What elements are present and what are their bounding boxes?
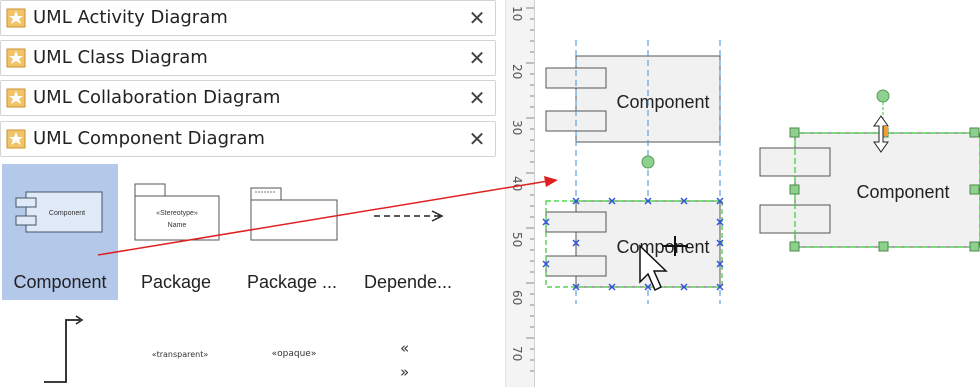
drag-arrow <box>97 176 558 256</box>
component-label: Component <box>616 92 709 112</box>
canvas-overlay: Component Component Component <box>97 40 980 304</box>
component-label: Component <box>856 182 949 202</box>
rotate-handle-icon[interactable] <box>641 155 655 169</box>
component-dragging[interactable]: Component <box>545 200 723 288</box>
rotate-handle-icon[interactable] <box>876 89 890 103</box>
component-top[interactable]: Component <box>545 55 721 143</box>
